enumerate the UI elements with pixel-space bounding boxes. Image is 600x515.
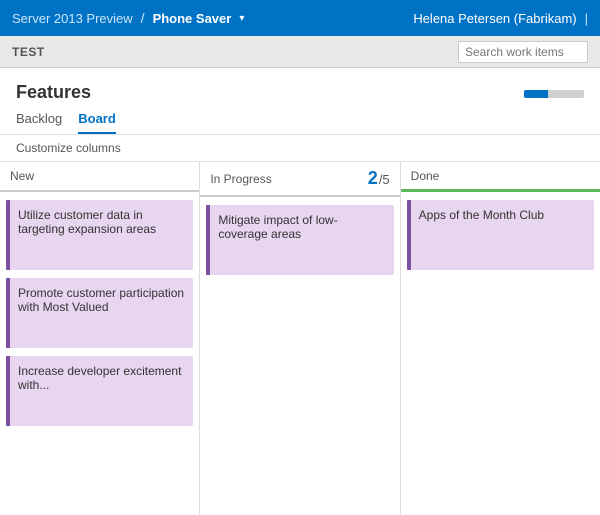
tab-backlog[interactable]: Backlog bbox=[16, 111, 62, 134]
features-tabs: Backlog Board bbox=[16, 111, 116, 134]
user-name: Helena Petersen (Fabrikam) bbox=[413, 11, 576, 26]
topbar-right: Helena Petersen (Fabrikam) | bbox=[413, 11, 588, 26]
column-done-header: Done bbox=[401, 162, 600, 192]
card-done-1[interactable]: Apps of the Month Club bbox=[407, 200, 594, 270]
server-name: Server 2013 Preview bbox=[12, 11, 133, 26]
column-new-header: New bbox=[0, 162, 199, 192]
topbar: Server 2013 Preview / Phone Saver ▾ Hele… bbox=[0, 0, 600, 36]
features-header: Features Backlog Board bbox=[0, 68, 600, 135]
column-in-progress-cards: Mitigate impact of low-coverage areas bbox=[200, 197, 399, 515]
column-in-progress-label: In Progress bbox=[210, 172, 271, 186]
card-new-3[interactable]: Increase developer excitement with... bbox=[6, 356, 193, 426]
tab-board[interactable]: Board bbox=[78, 111, 116, 134]
features-title: Features bbox=[16, 82, 116, 103]
section-label: TEST bbox=[12, 45, 45, 59]
card-new-1[interactable]: Utilize customer data in targeting expan… bbox=[6, 200, 193, 270]
card-done-1-text: Apps of the Month Club bbox=[419, 208, 544, 222]
card-inprogress-1[interactable]: Mitigate impact of low-coverage areas bbox=[206, 205, 393, 275]
customize-columns-label: Customize columns bbox=[16, 141, 121, 155]
search-input[interactable] bbox=[465, 45, 581, 59]
column-new: New Utilize customer data in targeting e… bbox=[0, 162, 200, 515]
column-in-progress-header: In Progress 2 /5 bbox=[200, 162, 399, 197]
column-count: 2 /5 bbox=[368, 168, 390, 189]
count-max: /5 bbox=[379, 172, 390, 187]
card-new-1-text: Utilize customer data in targeting expan… bbox=[18, 208, 156, 236]
progress-bar-fill bbox=[524, 90, 548, 98]
count-current: 2 bbox=[368, 168, 378, 189]
customize-columns-bar[interactable]: Customize columns bbox=[0, 135, 600, 162]
column-done: Done Apps of the Month Club bbox=[401, 162, 600, 515]
nav-separator: / bbox=[141, 10, 145, 26]
pipe-separator: | bbox=[585, 11, 588, 26]
column-new-label: New bbox=[10, 169, 34, 183]
project-dropdown-icon[interactable]: ▾ bbox=[239, 13, 244, 24]
column-done-cards: Apps of the Month Club bbox=[401, 192, 600, 515]
column-new-cards: Utilize customer data in targeting expan… bbox=[0, 192, 199, 515]
subbar: TEST bbox=[0, 36, 600, 68]
column-done-label: Done bbox=[411, 169, 440, 183]
search-box[interactable] bbox=[458, 41, 588, 63]
board-area: New Utilize customer data in targeting e… bbox=[0, 162, 600, 515]
progress-bar-container bbox=[524, 90, 584, 98]
card-new-3-text: Increase developer excitement with... bbox=[18, 364, 181, 392]
progress-area bbox=[524, 90, 584, 98]
project-name[interactable]: Phone Saver bbox=[153, 11, 232, 26]
main-content: Features Backlog Board Customize columns… bbox=[0, 68, 600, 515]
features-title-area: Features Backlog Board bbox=[16, 82, 116, 134]
card-new-2[interactable]: Promote customer participation with Most… bbox=[6, 278, 193, 348]
card-inprogress-1-text: Mitigate impact of low-coverage areas bbox=[218, 213, 337, 241]
card-new-2-text: Promote customer participation with Most… bbox=[18, 286, 184, 314]
topbar-left: Server 2013 Preview / Phone Saver ▾ bbox=[12, 10, 244, 26]
column-in-progress: In Progress 2 /5 Mitigate impact of low-… bbox=[200, 162, 400, 515]
